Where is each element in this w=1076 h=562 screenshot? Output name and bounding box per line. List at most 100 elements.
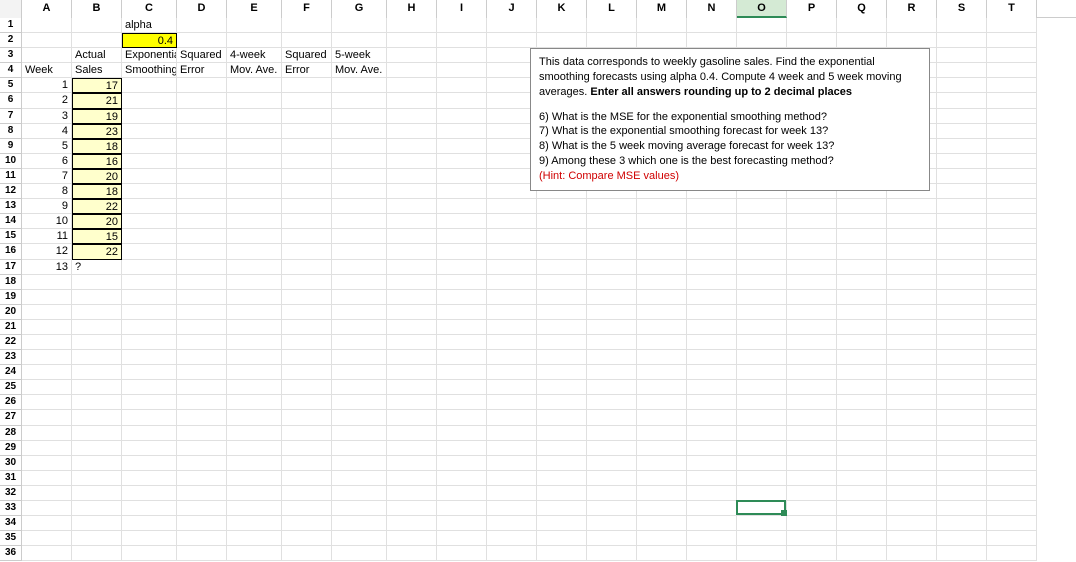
- cell-B21[interactable]: [72, 320, 122, 335]
- cell-C12[interactable]: [122, 184, 177, 199]
- cell-C33[interactable]: [122, 501, 177, 516]
- cell-F12[interactable]: [282, 184, 332, 199]
- cell-K14[interactable]: [537, 214, 587, 229]
- cell-I35[interactable]: [437, 531, 487, 546]
- cell-Q2[interactable]: [837, 33, 887, 48]
- cell-M33[interactable]: [637, 501, 687, 516]
- row-header-36[interactable]: 36: [0, 546, 22, 561]
- cell-K16[interactable]: [537, 244, 587, 259]
- cell-G30[interactable]: [332, 456, 387, 471]
- cell-G28[interactable]: [332, 426, 387, 441]
- cell-G36[interactable]: [332, 546, 387, 561]
- cell-R34[interactable]: [887, 516, 937, 531]
- cell-L1[interactable]: [587, 18, 637, 33]
- cell-E1[interactable]: [227, 18, 282, 33]
- cell-S9[interactable]: [937, 139, 987, 154]
- cell-Q34[interactable]: [837, 516, 887, 531]
- cell-A12[interactable]: 8: [22, 184, 72, 199]
- cell-B5[interactable]: 17: [72, 78, 122, 93]
- cell-F35[interactable]: [282, 531, 332, 546]
- cell-G27[interactable]: [332, 410, 387, 425]
- cell-A5[interactable]: 1: [22, 78, 72, 93]
- cell-B12[interactable]: 18: [72, 184, 122, 199]
- cell-M34[interactable]: [637, 516, 687, 531]
- cell-G15[interactable]: [332, 229, 387, 244]
- cell-S32[interactable]: [937, 486, 987, 501]
- cell-T2[interactable]: [987, 33, 1037, 48]
- col-header-C[interactable]: C: [122, 0, 177, 18]
- cell-K13[interactable]: [537, 199, 587, 214]
- cell-L24[interactable]: [587, 365, 637, 380]
- cell-P34[interactable]: [787, 516, 837, 531]
- cell-T22[interactable]: [987, 335, 1037, 350]
- cell-R32[interactable]: [887, 486, 937, 501]
- cell-D28[interactable]: [177, 426, 227, 441]
- cell-P26[interactable]: [787, 395, 837, 410]
- cell-T30[interactable]: [987, 456, 1037, 471]
- cell-D18[interactable]: [177, 275, 227, 290]
- cell-T7[interactable]: [987, 109, 1037, 124]
- cell-O14[interactable]: [737, 214, 787, 229]
- cell-G32[interactable]: [332, 486, 387, 501]
- cell-C18[interactable]: [122, 275, 177, 290]
- cell-N22[interactable]: [687, 335, 737, 350]
- cell-C11[interactable]: [122, 169, 177, 184]
- row-header-16[interactable]: 16: [0, 244, 22, 259]
- cell-G25[interactable]: [332, 380, 387, 395]
- cell-B4[interactable]: Sales: [72, 63, 122, 78]
- cell-D32[interactable]: [177, 486, 227, 501]
- select-all-corner[interactable]: [0, 0, 22, 18]
- cell-D16[interactable]: [177, 244, 227, 259]
- cell-M14[interactable]: [637, 214, 687, 229]
- cell-L27[interactable]: [587, 410, 637, 425]
- cell-M26[interactable]: [637, 395, 687, 410]
- cell-H35[interactable]: [387, 531, 437, 546]
- cell-R18[interactable]: [887, 275, 937, 290]
- cell-L30[interactable]: [587, 456, 637, 471]
- cell-I14[interactable]: [437, 214, 487, 229]
- cell-I9[interactable]: [437, 139, 487, 154]
- cell-P1[interactable]: [787, 18, 837, 33]
- col-header-A[interactable]: A: [22, 0, 72, 18]
- cell-B15[interactable]: 15: [72, 229, 122, 244]
- cell-R1[interactable]: [887, 18, 937, 33]
- cell-K15[interactable]: [537, 229, 587, 244]
- cell-A25[interactable]: [22, 380, 72, 395]
- cell-H2[interactable]: [387, 33, 437, 48]
- cell-H23[interactable]: [387, 350, 437, 365]
- cell-G7[interactable]: [332, 109, 387, 124]
- cell-S4[interactable]: [937, 63, 987, 78]
- cell-J16[interactable]: [487, 244, 537, 259]
- cell-I30[interactable]: [437, 456, 487, 471]
- cell-B8[interactable]: 23: [72, 124, 122, 139]
- cell-L32[interactable]: [587, 486, 637, 501]
- cell-G12[interactable]: [332, 184, 387, 199]
- cell-I31[interactable]: [437, 471, 487, 486]
- cell-E16[interactable]: [227, 244, 282, 259]
- cell-B30[interactable]: [72, 456, 122, 471]
- cell-E26[interactable]: [227, 395, 282, 410]
- cell-O30[interactable]: [737, 456, 787, 471]
- cell-D14[interactable]: [177, 214, 227, 229]
- cell-K19[interactable]: [537, 290, 587, 305]
- cell-O25[interactable]: [737, 380, 787, 395]
- cell-T36[interactable]: [987, 546, 1037, 561]
- row-header-33[interactable]: 33: [0, 501, 22, 516]
- cell-F10[interactable]: [282, 154, 332, 169]
- col-header-I[interactable]: I: [437, 0, 487, 18]
- cell-E32[interactable]: [227, 486, 282, 501]
- cell-R19[interactable]: [887, 290, 937, 305]
- cell-Q15[interactable]: [837, 229, 887, 244]
- cell-S33[interactable]: [937, 501, 987, 516]
- cell-L17[interactable]: [587, 260, 637, 275]
- col-header-J[interactable]: J: [487, 0, 537, 18]
- cell-A16[interactable]: 12: [22, 244, 72, 259]
- cell-G4[interactable]: Mov. Ave.: [332, 63, 387, 78]
- cell-P28[interactable]: [787, 426, 837, 441]
- cell-G19[interactable]: [332, 290, 387, 305]
- cell-D12[interactable]: [177, 184, 227, 199]
- cell-I3[interactable]: [437, 48, 487, 63]
- cell-M17[interactable]: [637, 260, 687, 275]
- row-header-23[interactable]: 23: [0, 350, 22, 365]
- cell-O18[interactable]: [737, 275, 787, 290]
